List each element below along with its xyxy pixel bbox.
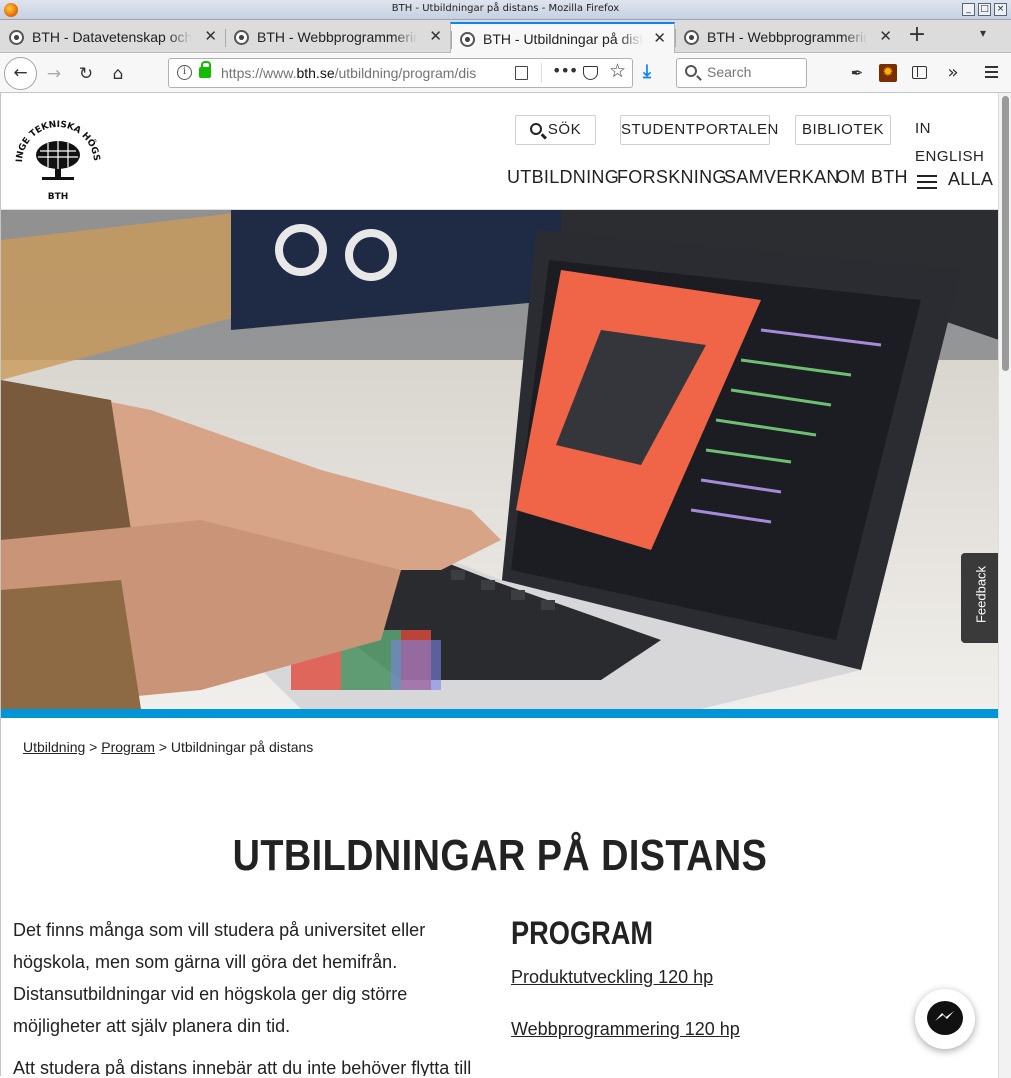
minimize-button[interactable]: _ (962, 3, 975, 16)
page-scrollbar[interactable] (998, 93, 1011, 1078)
breadcrumb-program[interactable]: Program (101, 739, 155, 755)
laptop-photo (1, 210, 998, 709)
search-input[interactable] (707, 64, 802, 80)
program-heading: PROGRAM (511, 915, 654, 951)
messenger-bolt-icon (935, 1011, 954, 1021)
tab-datavetenskap[interactable]: BTH - Datavetenskap och ✕ (0, 22, 225, 53)
bibliotek-button[interactable]: BIBLIOTEK (795, 115, 891, 145)
scrollbar-thumb[interactable] (1002, 96, 1009, 371)
breadcrumb-utbildning[interactable]: Utbildning (23, 739, 85, 755)
tab-label: BTH - Webbprogrammering (707, 29, 867, 45)
breadcrumb-current: Utbildningar på distans (170, 739, 314, 755)
bth-favicon-icon (684, 30, 699, 45)
intro-text: Det finns många som vill studera på univ… (13, 920, 426, 1036)
hero-image (1, 210, 998, 709)
navigation-toolbar: ← → ↻ ⌂ i https://www.bth.se/utbildning/… (0, 53, 1011, 93)
bth-favicon-icon (9, 30, 24, 45)
tab-list-dropdown-icon[interactable]: ▾ (980, 26, 986, 40)
bth-favicon-icon (460, 32, 475, 47)
extension-icon[interactable]: ✹ (879, 64, 897, 82)
url-path: /utbildning/program/distans (334, 65, 476, 81)
reload-button[interactable]: ↻ (72, 60, 100, 88)
tab-close-icon[interactable]: ✕ (653, 24, 666, 54)
bookmark-star-icon[interactable]: ☆ (609, 60, 626, 82)
window-titlebar: BTH - Utbildningar på distans - Mozilla … (0, 0, 1011, 20)
site-header: BLEKINGE TEKNISKA HÖGSKOLA BTH SÖK STUDE… (1, 93, 998, 210)
url-separator (541, 63, 542, 83)
hero-accent-bar (1, 709, 998, 718)
pocket-icon[interactable] (583, 66, 598, 80)
overflow-menu-icon[interactable]: » (944, 64, 962, 82)
in-english-link[interactable]: IN ENGLISH (915, 115, 998, 165)
hamburger-menu-icon[interactable] (985, 66, 998, 78)
new-tab-button[interactable]: + (905, 24, 929, 48)
tab-label: BTH - Utbildningar på distans (483, 31, 643, 47)
page-actions-icon[interactable]: ••• (552, 61, 578, 80)
url-domain: bth.se (296, 65, 335, 81)
site-info-icon[interactable]: i (177, 65, 192, 80)
sok-label: SÖK (547, 121, 582, 138)
tab-webbprogrammering-1[interactable]: BTH - Webbprogrammering ✕ (225, 22, 450, 53)
tab-strip: BTH - Datavetenskap och ✕ BTH - Webbprog… (0, 20, 1011, 54)
menu-icon[interactable] (917, 175, 937, 189)
maximize-button[interactable]: □ (978, 3, 991, 16)
page-viewport: BLEKINGE TEKNISKA HÖGSKOLA BTH SÖK STUDE… (0, 93, 998, 1076)
sok-button[interactable]: SÖK (515, 115, 596, 145)
url-prefix: https://www. (221, 65, 297, 81)
search-icon (685, 65, 697, 77)
home-button[interactable]: ⌂ (104, 60, 132, 88)
search-icon (529, 123, 542, 135)
breadcrumb-separator: > (89, 739, 98, 755)
tab-close-icon[interactable]: ✕ (429, 22, 442, 52)
logo-bth-text: BTH (48, 192, 69, 202)
secure-lock-icon (199, 61, 211, 78)
tab-utbildningar-pa-distans[interactable]: BTH - Utbildningar på distans ✕ (450, 22, 675, 54)
tab-close-icon[interactable]: ✕ (204, 22, 217, 52)
url-bar[interactable]: i https://www.bth.se/utbildning/program/… (168, 58, 633, 88)
bth-favicon-icon (234, 30, 249, 45)
sidebar-icon[interactable] (912, 66, 927, 79)
nav-samverkan[interactable]: SAMVERKAN (724, 167, 840, 188)
messenger-chat-button[interactable] (915, 989, 975, 1049)
feedback-label: Feedback (973, 565, 989, 624)
nav-forskning[interactable]: FORSKNING (617, 167, 727, 188)
window-title: BTH - Utbildningar på distans - Mozilla … (391, 3, 620, 14)
back-button[interactable]: ← (4, 57, 37, 90)
tab-label: BTH - Datavetenskap och (32, 29, 192, 45)
url-text[interactable]: https://www.bth.se/utbildning/program/di… (221, 65, 476, 81)
eyedropper-icon[interactable]: ✒ (848, 64, 866, 82)
studentportalen-button[interactable]: STUDENTPORTALEN (620, 115, 778, 145)
search-box[interactable] (676, 58, 807, 88)
bth-logo[interactable]: BLEKINGE TEKNISKA HÖGSKOLA BTH (12, 113, 104, 205)
tab-close-icon[interactable]: ✕ (879, 22, 892, 52)
nav-om-bth[interactable]: OM BTH (836, 167, 908, 188)
reader-view-icon[interactable] (515, 66, 528, 80)
page-title: UTBILDNINGAR PÅ DISTANS (232, 831, 768, 880)
tab-webbprogrammering-2[interactable]: BTH - Webbprogrammering ✕ (675, 22, 900, 53)
nav-utbildning[interactable]: UTBILDNING (507, 167, 619, 188)
feedback-tab[interactable]: Feedback (961, 553, 998, 643)
program-link-webbprogrammering[interactable]: Webbprogrammering 120 hp (511, 1019, 740, 1040)
breadcrumb-separator: > (158, 739, 167, 755)
program-link-produktutveckling[interactable]: Produktutveckling 120 hp (511, 967, 713, 988)
download-icon[interactable]: ⤓ (643, 61, 651, 82)
close-window-button[interactable]: × (994, 3, 1007, 16)
forward-button[interactable]: → (40, 60, 68, 88)
intro-text-2: Att studera på distans innebär att du in… (13, 1058, 472, 1076)
breadcrumb: Utbildning > Program > Utbildningar på d… (23, 739, 313, 755)
nav-alla[interactable]: ALLA (948, 169, 993, 190)
tab-label: BTH - Webbprogrammering (257, 29, 417, 45)
